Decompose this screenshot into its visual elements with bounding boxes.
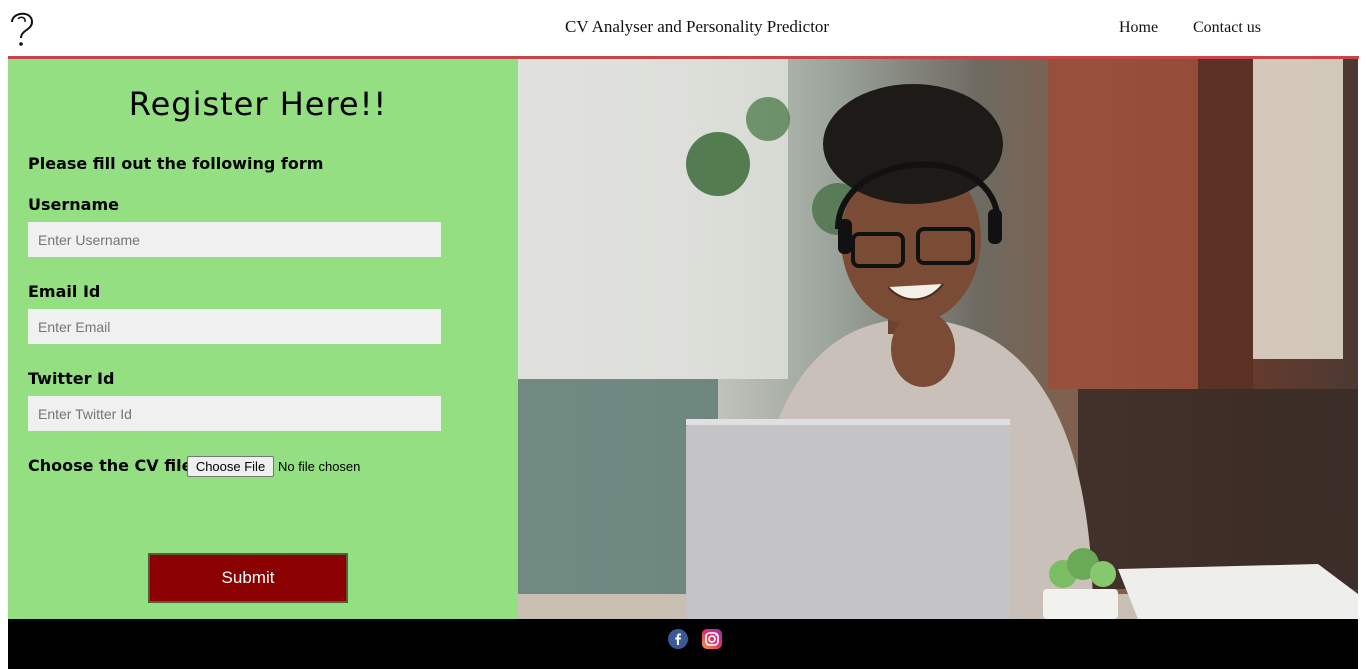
file-status-text: No file chosen bbox=[278, 459, 361, 474]
nav-home-link[interactable]: Home bbox=[1119, 19, 1158, 37]
twitter-input[interactable] bbox=[28, 396, 441, 431]
site-title: CV Analyser and Personality Predictor bbox=[565, 17, 830, 36]
logo-icon[interactable] bbox=[8, 8, 38, 48]
hero-photo bbox=[518, 59, 1358, 619]
email-label: Email Id bbox=[28, 282, 101, 301]
submit-button[interactable]: Submit bbox=[148, 553, 348, 603]
cv-file-label: Choose the CV file: bbox=[28, 456, 199, 475]
email-input[interactable] bbox=[28, 309, 441, 344]
instagram-icon[interactable] bbox=[702, 629, 722, 649]
form-subtitle: Please fill out the following form bbox=[28, 154, 324, 173]
username-label: Username bbox=[28, 195, 119, 214]
facebook-icon[interactable] bbox=[668, 629, 688, 649]
nav-contact-link[interactable]: Contact us bbox=[1193, 19, 1261, 37]
form-title: Register Here!! bbox=[128, 85, 388, 123]
site-footer bbox=[8, 619, 1358, 669]
registration-form-panel: Register Here!! Please fill out the foll… bbox=[8, 59, 518, 619]
username-input[interactable] bbox=[28, 222, 441, 257]
twitter-label: Twitter Id bbox=[28, 369, 115, 388]
site-header: CV Analyser and Personality Predictor Ho… bbox=[0, 0, 1366, 57]
choose-file-button[interactable]: Choose File bbox=[187, 456, 274, 477]
hero-photo-illustration bbox=[518, 59, 1358, 619]
